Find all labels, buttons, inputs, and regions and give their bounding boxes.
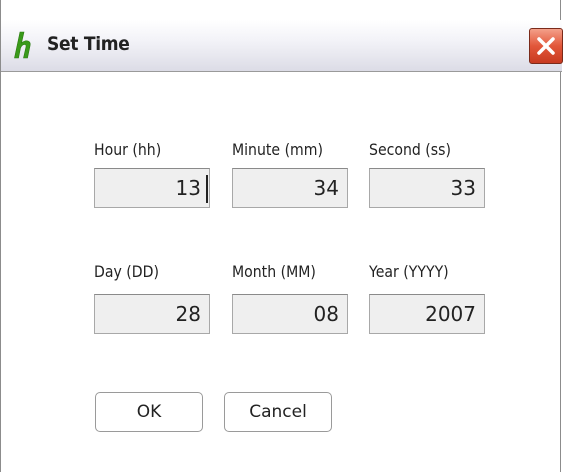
month-input[interactable] bbox=[232, 294, 348, 334]
month-label: Month (MM) bbox=[232, 262, 316, 281]
second-input[interactable] bbox=[369, 168, 485, 208]
minute-input[interactable] bbox=[232, 168, 348, 208]
set-time-dialog: Set Time Hour (hh) Minute (mm) Second (s… bbox=[0, 0, 563, 472]
ok-button[interactable]: OK bbox=[95, 392, 203, 432]
minute-label: Minute (mm) bbox=[232, 140, 323, 159]
hour-input[interactable] bbox=[94, 168, 210, 208]
text-cursor bbox=[206, 175, 208, 203]
close-x-icon bbox=[537, 37, 555, 55]
h-logo-icon bbox=[13, 30, 37, 60]
year-input[interactable] bbox=[369, 294, 485, 334]
second-label: Second (ss) bbox=[369, 140, 451, 159]
close-button[interactable] bbox=[529, 28, 563, 64]
dialog-title: Set Time bbox=[47, 33, 130, 55]
cancel-button[interactable]: Cancel bbox=[224, 392, 332, 432]
day-input[interactable] bbox=[94, 294, 210, 334]
title-bar[interactable]: Set Time bbox=[1, 20, 563, 72]
day-label: Day (DD) bbox=[94, 262, 159, 281]
hour-label: Hour (hh) bbox=[94, 140, 162, 159]
year-label: Year (YYYY) bbox=[369, 262, 449, 281]
